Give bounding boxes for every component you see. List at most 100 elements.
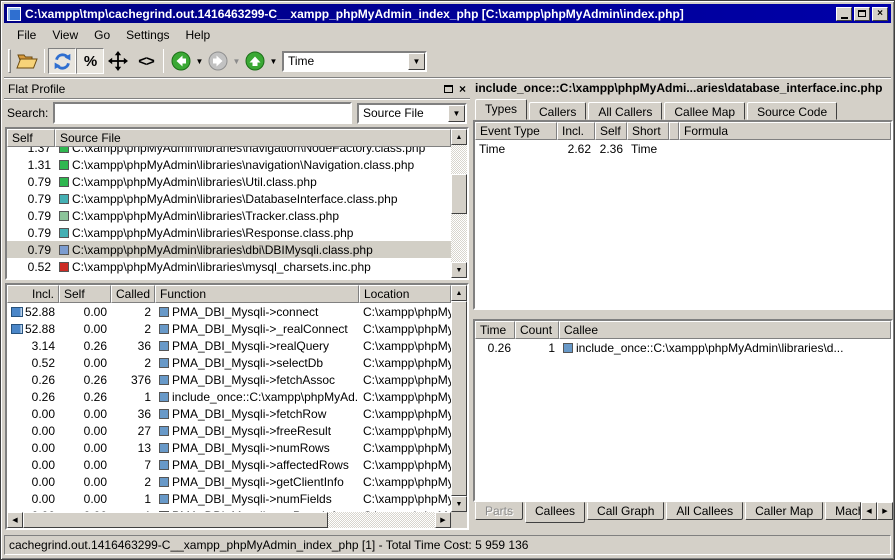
vertical-scrollbar[interactable]: ▲ ▼ <box>451 129 467 278</box>
function-row[interactable]: 0.00 0.00 27 PMA_DBI_Mysqli->freeResult … <box>7 422 451 439</box>
back-dropdown[interactable]: ▼ <box>195 48 204 74</box>
col-spacer[interactable] <box>669 122 679 140</box>
back-button[interactable] <box>167 48 195 74</box>
function-row[interactable]: 0.26 0.26 1 include_once::C:\xampp\phpMy… <box>7 388 451 405</box>
tab-machine-code[interactable]: Machine <box>825 502 861 520</box>
location-value: C:\xampp\phpMy... <box>359 339 451 353</box>
flat-row[interactable]: 0.52 C:\xampp\phpMyAdmin\libraries\mysql… <box>7 258 451 275</box>
col-self[interactable]: Self <box>595 122 627 140</box>
location-value: C:\xampp\phpMy... <box>359 458 451 472</box>
tab-source-code[interactable]: Source Code <box>747 102 837 120</box>
tab-parts[interactable]: Parts <box>475 502 523 520</box>
search-row: Search: Source File ▼ <box>4 99 470 127</box>
scroll-down-icon[interactable]: ▼ <box>451 496 467 512</box>
col-formula[interactable]: Formula <box>679 122 891 140</box>
col-source-file[interactable]: Source File <box>55 129 451 147</box>
titlebar[interactable]: C:\xampp\tmp\cachegrind.out.1416463299-C… <box>4 4 891 23</box>
maximize-button[interactable] <box>854 7 870 21</box>
scroll-left-icon[interactable]: ◀ <box>7 512 23 528</box>
tab-all-callers[interactable]: All Callers <box>588 102 662 120</box>
menu-go[interactable]: Go <box>86 26 118 44</box>
tab-callee-map[interactable]: Callee Map <box>664 102 745 120</box>
tab-call-graph[interactable]: Call Graph <box>587 502 664 520</box>
splitter[interactable] <box>473 310 893 319</box>
dock-close-button[interactable]: × <box>459 84 466 94</box>
function-row[interactable]: 0.52 0.00 2 PMA_DBI_Mysqli->selectDb C:\… <box>7 354 451 371</box>
scroll-up-icon[interactable]: ▲ <box>451 129 467 145</box>
function-row[interactable]: 0.00 0.00 1 PMA_DBI_Mysqli->numFields C:… <box>7 490 451 507</box>
search-input[interactable] <box>53 102 352 124</box>
tab-caller-map[interactable]: Caller Map <box>745 502 823 520</box>
col-self[interactable]: Self <box>7 129 55 147</box>
tab-types[interactable]: Types <box>475 99 527 120</box>
function-row[interactable]: 0.26 0.26 376 PMA_DBI_Mysqli->fetchAssoc… <box>7 371 451 388</box>
col-time[interactable]: Time <box>475 321 515 339</box>
flat-row[interactable]: 0.79 C:\xampp\phpMyAdmin\libraries\Datab… <box>7 190 451 207</box>
self-value: 0.52 <box>7 260 55 274</box>
function-row[interactable]: 0.00 0.00 2 PMA_DBI_Mysqli->getClientInf… <box>7 473 451 490</box>
chevron-down-icon[interactable]: ▼ <box>448 105 465 122</box>
function-row[interactable]: 0.00 0.00 7 PMA_DBI_Mysqli->affectedRows… <box>7 456 451 473</box>
dock-header[interactable]: Flat Profile × <box>4 79 470 99</box>
function-row[interactable]: 3.14 0.26 36 PMA_DBI_Mysqli->realQuery C… <box>7 337 451 354</box>
col-self[interactable]: Self <box>59 285 111 303</box>
forward-dropdown[interactable]: ▼ <box>232 48 241 74</box>
function-row[interactable]: 0.00 0.00 13 PMA_DBI_Mysqli->numRows C:\… <box>7 439 451 456</box>
forward-button[interactable] <box>204 48 232 74</box>
cycle-grouping-button[interactable] <box>48 48 76 74</box>
up-button[interactable] <box>241 48 269 74</box>
flat-row[interactable]: 0.79 C:\xampp\phpMyAdmin\libraries\Respo… <box>7 224 451 241</box>
self-value: 0.00 <box>59 322 111 336</box>
scrollbar-thumb[interactable] <box>23 512 328 528</box>
dock-float-button[interactable] <box>444 82 453 96</box>
horizontal-scrollbar[interactable]: ◀ ▶ <box>7 512 451 528</box>
tab-scroll-left-icon[interactable]: ◀ <box>861 502 877 520</box>
col-event-type[interactable]: Event Type <box>475 122 557 140</box>
event-type-row[interactable]: Time 2.62 2.36 Time <box>475 140 891 157</box>
percent-toggle-button[interactable]: % <box>76 48 104 74</box>
flat-row-selected[interactable]: 0.79 C:\xampp\phpMyAdmin\libraries\dbi\D… <box>7 241 451 258</box>
flat-row[interactable]: 1.31 C:\xampp\phpMyAdmin\libraries\navig… <box>7 156 451 173</box>
flat-row-clipped[interactable]: 1.37 C:\xampp\phpMyAdmin\libraries\navig… <box>7 147 451 156</box>
toolbar-grip[interactable] <box>8 49 11 73</box>
flat-row[interactable]: 0.79 C:\xampp\phpMyAdmin\libraries\Track… <box>7 207 451 224</box>
col-incl[interactable]: Incl. <box>7 285 59 303</box>
tab-scroll-right-icon[interactable]: ▶ <box>877 502 893 520</box>
col-called[interactable]: Called <box>111 285 155 303</box>
vertical-scrollbar[interactable]: ▲ ▼ <box>451 285 467 512</box>
menu-settings[interactable]: Settings <box>118 26 177 44</box>
flat-row[interactable]: 0.79 C:\xampp\phpMyAdmin\libraries\Util.… <box>7 173 451 190</box>
up-dropdown[interactable]: ▼ <box>269 48 278 74</box>
minimize-button[interactable] <box>836 7 852 21</box>
close-button[interactable]: × <box>872 7 888 21</box>
col-incl[interactable]: Incl. <box>557 122 595 140</box>
scrollbar-thumb[interactable] <box>451 301 467 496</box>
col-short[interactable]: Short <box>627 122 669 140</box>
group-by-combobox[interactable]: Source File ▼ <box>357 103 467 124</box>
flat-row-clipped[interactable]: 0.52 C:\xampp\phpMyAdmin\libraries\user_… <box>7 275 451 280</box>
scroll-right-icon[interactable]: ▶ <box>435 512 451 528</box>
scroll-down-icon[interactable]: ▼ <box>451 262 467 278</box>
function-color-swatch <box>159 307 169 317</box>
tab-callees[interactable]: Callees <box>525 502 585 523</box>
function-row[interactable]: 52.88 0.00 2 PMA_DBI_Mysqli->_realConnec… <box>7 320 451 337</box>
function-row[interactable]: 0.00 0.00 36 PMA_DBI_Mysqli->fetchRow C:… <box>7 405 451 422</box>
function-row[interactable]: 52.88 0.00 2 PMA_DBI_Mysqli->connect C:\… <box>7 303 451 320</box>
tab-callers[interactable]: Callers <box>529 102 586 120</box>
scrollbar-thumb[interactable] <box>451 174 467 214</box>
chevron-down-icon[interactable]: ▼ <box>408 53 425 70</box>
expand-areas-button[interactable] <box>104 48 132 74</box>
event-type-combobox[interactable]: Time ▼ <box>282 51 427 72</box>
col-count[interactable]: Count <box>515 321 559 339</box>
menu-help[interactable]: Help <box>178 26 219 44</box>
open-file-button[interactable] <box>13 48 41 74</box>
tab-all-callees[interactable]: All Callees <box>666 502 743 520</box>
col-callee[interactable]: Callee <box>559 321 891 339</box>
col-function[interactable]: Function <box>155 285 359 303</box>
callee-row[interactable]: 0.26 1 include_once::C:\xampp\phpMyAdmin… <box>475 339 891 356</box>
menu-view[interactable]: View <box>44 26 86 44</box>
scroll-up-icon[interactable]: ▲ <box>451 285 467 301</box>
menu-file[interactable]: File <box>9 26 44 44</box>
col-location[interactable]: Location <box>359 285 451 303</box>
shorten-templates-button[interactable]: <> <box>132 48 160 74</box>
